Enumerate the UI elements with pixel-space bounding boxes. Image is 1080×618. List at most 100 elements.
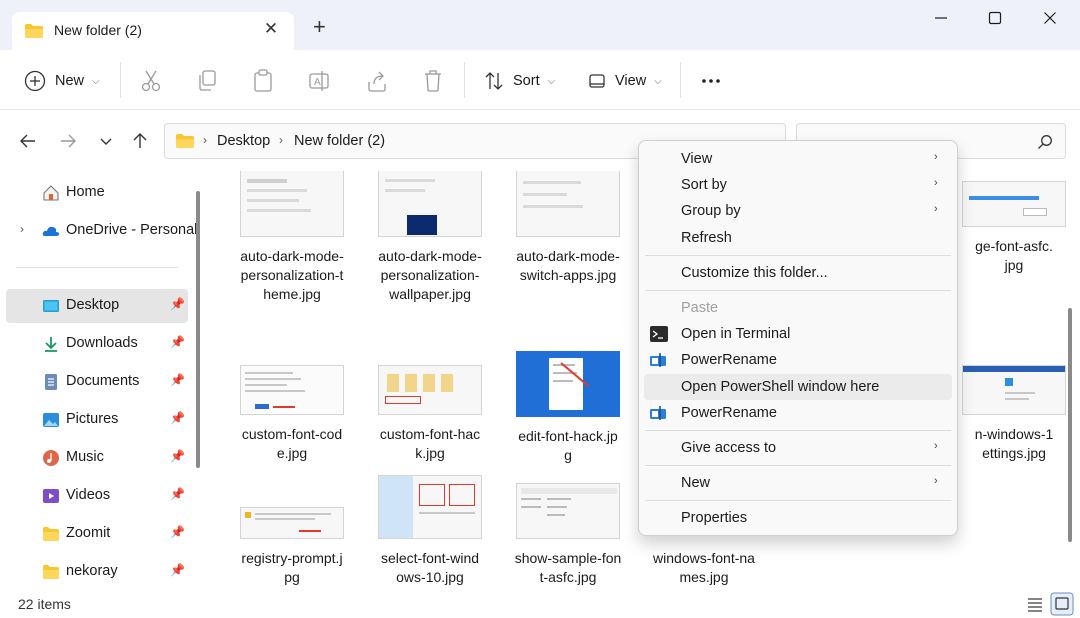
pin-icon[interactable]: 📌 xyxy=(170,373,185,387)
breadcrumb-new-folder[interactable]: New folder (2) xyxy=(294,133,385,149)
svg-text:A: A xyxy=(314,77,321,88)
pin-icon[interactable]: 📌 xyxy=(170,449,185,463)
menu-item-sort-by[interactable]: Sort by › xyxy=(644,172,952,198)
menu-item-customize-folder[interactable]: Customize this folder... xyxy=(644,260,952,286)
pin-icon[interactable]: 📌 xyxy=(170,411,185,425)
file-item[interactable]: custom-font-cod e.jpg xyxy=(226,365,358,463)
menu-item-give-access[interactable]: Give access to › xyxy=(644,435,952,461)
maximize-button[interactable] xyxy=(982,5,1008,31)
file-item[interactable]: auto-dark-mode- personalization- wallpap… xyxy=(364,171,496,304)
view-button[interactable]: View ⌵ xyxy=(588,68,662,94)
more-options-icon[interactable] xyxy=(700,68,722,94)
file-name-line: t-asfc.jpg xyxy=(539,569,597,585)
download-icon xyxy=(45,337,57,352)
pin-icon[interactable]: 📌 xyxy=(170,297,185,311)
file-item[interactable]: auto-dark-mode- switch-apps.jpg xyxy=(502,171,634,285)
file-item[interactable]: ge-font-asfc. jpg xyxy=(948,181,1080,275)
breadcrumb-chevron-icon[interactable]: › xyxy=(203,133,207,147)
file-name-line: switch-apps.jpg xyxy=(519,267,617,283)
sidebar-item-zoomit[interactable]: Zoomit 📌 xyxy=(6,517,188,551)
forward-arrow-icon[interactable] xyxy=(58,131,78,151)
large-icons-view-icon[interactable] xyxy=(1050,592,1074,616)
sidebar-item-documents[interactable]: Documents 📌 xyxy=(6,365,188,399)
status-bar: 22 items xyxy=(0,590,1080,618)
menu-item-properties[interactable]: Properties xyxy=(644,505,952,531)
pin-icon[interactable]: 📌 xyxy=(170,525,185,539)
sidebar-item-pictures[interactable]: Pictures 📌 xyxy=(6,403,188,437)
minimize-button[interactable] xyxy=(928,5,954,31)
copy-icon[interactable] xyxy=(196,68,218,94)
sidebar-divider xyxy=(16,267,178,268)
file-item[interactable]: registry-prompt.j pg xyxy=(226,507,358,587)
recent-locations-chevron-icon[interactable] xyxy=(96,131,116,151)
menu-item-label: Sort by xyxy=(681,177,727,193)
sidebar-item-desktop[interactable]: Desktop 📌 xyxy=(6,289,188,323)
sort-button[interactable]: Sort ⌵ xyxy=(484,68,555,94)
sort-icon xyxy=(485,72,503,90)
delete-icon[interactable] xyxy=(422,68,444,94)
details-view-icon[interactable] xyxy=(1026,596,1044,612)
home-icon xyxy=(43,185,59,201)
sidebar-scrollbar[interactable] xyxy=(196,191,200,468)
breadcrumb-desktop[interactable]: Desktop xyxy=(217,133,270,149)
sidebar-item-label: Videos xyxy=(66,487,111,503)
file-item[interactable]: select-font-wind ows-10.jpg xyxy=(364,475,496,587)
file-thumbnail xyxy=(962,365,1066,415)
close-window-button[interactable] xyxy=(1037,5,1063,31)
sidebar-item-music[interactable]: Music 📌 xyxy=(6,441,188,475)
file-name-line: auto-dark-mode- xyxy=(240,248,344,264)
sidebar-item-videos[interactable]: Videos 📌 xyxy=(6,479,188,513)
sidebar-item-onedrive[interactable]: › OneDrive - Personal xyxy=(6,214,197,248)
new-button[interactable]: New ⌵ xyxy=(24,68,100,94)
new-tab-button[interactable]: + xyxy=(313,16,326,38)
share-icon[interactable] xyxy=(366,68,388,94)
pin-icon[interactable]: 📌 xyxy=(170,563,185,577)
cut-icon[interactable] xyxy=(140,68,162,94)
sidebar-item-downloads[interactable]: Downloads 📌 xyxy=(6,327,188,361)
expand-chevron-icon[interactable]: › xyxy=(20,222,24,236)
pin-icon[interactable]: 📌 xyxy=(170,335,185,349)
file-name-line: personalization-t xyxy=(240,267,344,283)
sidebar-item-home[interactable]: Home xyxy=(6,176,188,210)
menu-item-paste[interactable]: Paste xyxy=(644,295,952,321)
chevron-down-icon: ⌵ xyxy=(547,75,556,87)
menu-item-powerrename[interactable]: PowerRename xyxy=(644,347,952,373)
paste-icon[interactable] xyxy=(252,68,274,94)
menu-separator xyxy=(645,430,951,431)
file-item[interactable]: auto-dark-mode- personalization-t heme.j… xyxy=(226,171,358,304)
file-name-line: jpg xyxy=(1004,257,1024,273)
folder-icon xyxy=(43,527,59,541)
menu-item-new[interactable]: New › xyxy=(644,470,952,496)
menu-item-open-in-terminal[interactable]: Open in Terminal xyxy=(644,321,952,347)
menu-item-powerrename[interactable]: PowerRename xyxy=(644,400,952,426)
file-name-line: windows-font-na xyxy=(653,550,755,566)
close-tab-button[interactable]: ✕ xyxy=(261,19,281,39)
chevron-down-icon: ⌵ xyxy=(654,75,662,87)
menu-item-label: Open PowerShell window here xyxy=(681,379,880,395)
file-name-line: mes.jpg xyxy=(679,569,729,585)
file-item[interactable]: edit-font-hack.jp g xyxy=(502,351,634,465)
rename-icon[interactable]: A xyxy=(308,68,330,94)
file-name-line: show-sample-fon xyxy=(514,550,622,566)
chevron-down-icon: ⌵ xyxy=(92,75,100,87)
file-item[interactable]: custom-font-hac k.jpg xyxy=(364,365,496,463)
file-item[interactable]: show-sample-fon t-asfc.jpg xyxy=(502,483,634,587)
menu-item-refresh[interactable]: Refresh xyxy=(644,225,952,251)
file-name-line: ows-10.jpg xyxy=(396,569,464,585)
up-arrow-icon[interactable] xyxy=(130,131,150,151)
sidebar-item-nekoray[interactable]: nekoray 📌 xyxy=(6,555,188,589)
tab-new-folder[interactable]: New folder (2) ✕ xyxy=(12,12,294,50)
file-item[interactable]: n-windows-1 ettings.jpg xyxy=(948,365,1080,463)
file-thumbnail xyxy=(240,171,344,237)
breadcrumb-chevron-icon[interactable]: › xyxy=(279,133,283,147)
menu-item-view[interactable]: View › xyxy=(644,146,952,172)
pin-icon[interactable]: 📌 xyxy=(170,487,185,501)
file-name: edit-font-hack.jp g xyxy=(502,427,634,465)
menu-item-label: View xyxy=(681,151,713,167)
menu-item-group-by[interactable]: Group by › xyxy=(644,198,952,224)
file-list-scrollbar[interactable] xyxy=(1068,308,1072,542)
powerrename-icon xyxy=(650,406,666,420)
menu-item-open-powershell[interactable]: Open PowerShell window here xyxy=(644,374,952,400)
tab-title: New folder (2) xyxy=(54,22,142,38)
back-arrow-icon[interactable] xyxy=(18,131,38,151)
